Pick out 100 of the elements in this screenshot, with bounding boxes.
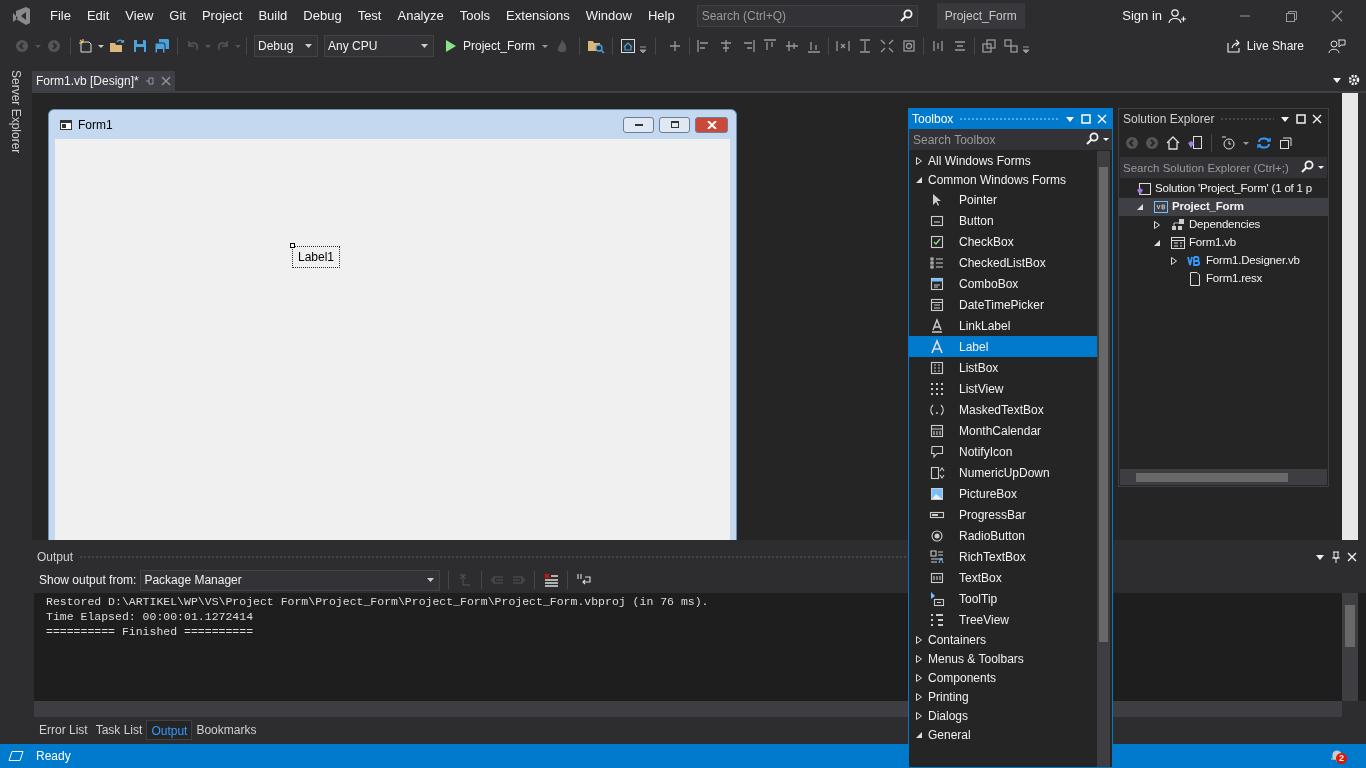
toolbox-item[interactable]: TextBox bbox=[909, 567, 1097, 588]
toolbox-item[interactable]: MonthCalendar bbox=[909, 420, 1097, 441]
clear-all-icon[interactable] bbox=[543, 572, 560, 588]
menu-item[interactable]: Test bbox=[349, 0, 390, 32]
notification-badge[interactable]: 2 bbox=[1336, 753, 1347, 764]
toolbox-group[interactable]: Components bbox=[909, 668, 1097, 687]
tree-item[interactable]: Project_Form bbox=[1119, 198, 1328, 216]
menu-item[interactable]: Help bbox=[639, 0, 683, 32]
search-icon[interactable] bbox=[1300, 160, 1314, 174]
tree-item[interactable]: Form1.Designer.vb bbox=[1119, 252, 1328, 270]
settings-icon[interactable] bbox=[1348, 74, 1360, 86]
toolbox-group[interactable]: Common Windows Forms bbox=[909, 170, 1097, 189]
scrollbar[interactable] bbox=[34, 701, 908, 717]
scrollbar[interactable] bbox=[1342, 93, 1358, 540]
toolbox-group[interactable]: Containers bbox=[909, 630, 1097, 649]
maximize-button[interactable] bbox=[659, 116, 690, 133]
tree-item[interactable]: Form1.vb bbox=[1119, 234, 1328, 252]
menu-item[interactable]: Analyze bbox=[389, 0, 452, 32]
toolbox-item[interactable]: TreeView bbox=[909, 609, 1097, 630]
caret-icon[interactable] bbox=[1103, 138, 1109, 141]
save-icon[interactable] bbox=[132, 38, 148, 54]
platform-dropdown[interactable]: Any CPU bbox=[324, 35, 434, 57]
search-icon[interactable] bbox=[898, 9, 913, 23]
toolbox-group[interactable]: Dialogs bbox=[909, 706, 1097, 725]
toolbox-item[interactable]: ToolTip bbox=[909, 588, 1097, 609]
tree-item[interactable]: Form1.resx bbox=[1119, 270, 1328, 288]
menu-item[interactable]: Edit bbox=[78, 0, 118, 32]
toolbox-item[interactable]: RichTextBox bbox=[909, 546, 1097, 567]
caret-icon[interactable] bbox=[1318, 166, 1324, 169]
menu-item[interactable]: Build bbox=[250, 0, 296, 32]
layout-icon[interactable] bbox=[784, 38, 801, 54]
menu-item[interactable]: Window bbox=[577, 0, 640, 32]
tree-item[interactable]: Dependencies bbox=[1119, 216, 1328, 234]
toolbox-item[interactable]: ListBox bbox=[909, 357, 1097, 378]
toolbox-item[interactable]: CheckBox bbox=[909, 231, 1097, 252]
home-window-icon[interactable] bbox=[620, 38, 637, 54]
toolbox-item[interactable]: ComboBox bbox=[909, 273, 1097, 294]
side-tab[interactable]: Server Explorer bbox=[5, 70, 27, 154]
tree-item[interactable]: Solution 'Project_Form' (1 of 1 p bbox=[1119, 180, 1328, 198]
switch-views-icon[interactable] bbox=[1187, 135, 1203, 151]
menu-item[interactable]: Project bbox=[193, 0, 251, 32]
form-window[interactable]: Form1 Label1 bbox=[48, 109, 737, 540]
toolbox-group[interactable]: General bbox=[909, 725, 1097, 744]
new-project-icon[interactable] bbox=[78, 38, 94, 54]
search-field[interactable]: Search Solution Explorer (Ctrl+;) bbox=[1120, 157, 1327, 178]
feedback-icon[interactable] bbox=[1328, 38, 1346, 54]
live-share-button[interactable]: Live Share bbox=[1226, 37, 1304, 55]
add-user-icon[interactable] bbox=[1168, 8, 1186, 24]
configuration-dropdown[interactable]: Debug bbox=[254, 35, 318, 57]
panel-tab[interactable]: Error List bbox=[35, 720, 92, 740]
menu-item[interactable]: Extensions bbox=[498, 0, 578, 32]
layout-icon[interactable] bbox=[981, 38, 998, 54]
refresh-icon[interactable] bbox=[1256, 135, 1272, 151]
menu-item[interactable]: Debug bbox=[295, 0, 350, 32]
save-all-icon[interactable] bbox=[154, 38, 170, 54]
caret-icon[interactable] bbox=[305, 44, 312, 48]
panel-tab[interactable]: Task List bbox=[91, 720, 147, 740]
start-button[interactable]: Project_Form bbox=[441, 37, 540, 55]
open-folder-icon[interactable] bbox=[109, 38, 125, 54]
home-icon[interactable] bbox=[1165, 135, 1181, 151]
panel-tab[interactable]: Bookmarks bbox=[192, 720, 261, 740]
search-icon[interactable] bbox=[1085, 132, 1099, 146]
history-icon[interactable] bbox=[1220, 135, 1236, 151]
sign-in-link[interactable]: Sign in bbox=[1122, 6, 1162, 26]
menu-item[interactable]: Git bbox=[161, 0, 194, 32]
search-field[interactable]: Search (Ctrl+Q) bbox=[696, 5, 918, 27]
toolbox-item[interactable]: Label bbox=[909, 336, 1097, 357]
toolbox-item[interactable]: RadioButton bbox=[909, 525, 1097, 546]
panel-tab[interactable]: Output bbox=[146, 720, 193, 740]
close-button[interactable] bbox=[695, 116, 728, 133]
toolbox-item[interactable]: Pointer bbox=[909, 189, 1097, 210]
caret-icon[interactable] bbox=[1332, 75, 1342, 85]
toolbox-item[interactable]: ProgressBar bbox=[909, 504, 1097, 525]
toolbox-item[interactable]: CheckedListBox bbox=[909, 252, 1097, 273]
layout-icon[interactable] bbox=[1003, 38, 1020, 54]
caret-icon[interactable] bbox=[427, 578, 435, 582]
find-folder-icon[interactable] bbox=[587, 38, 606, 54]
caret-icon[interactable] bbox=[1280, 114, 1290, 124]
search-field[interactable]: Search Toolbox bbox=[909, 129, 1112, 150]
output-source-dropdown[interactable]: Package Manager bbox=[140, 569, 441, 591]
caret-icon[interactable] bbox=[1315, 552, 1325, 562]
scrollbar[interactable] bbox=[1342, 593, 1358, 701]
menu-item[interactable]: Tools bbox=[451, 0, 499, 32]
layout-icon[interactable] bbox=[901, 38, 918, 54]
toolbox-item[interactable]: PictureBox bbox=[909, 483, 1097, 504]
menu-item[interactable]: View bbox=[117, 0, 162, 32]
layout-icon[interactable] bbox=[879, 38, 896, 54]
collapse-all-icon[interactable] bbox=[1278, 135, 1294, 151]
toolbox-group[interactable]: Printing bbox=[909, 687, 1097, 706]
caret-icon[interactable] bbox=[421, 44, 428, 48]
scrollbar[interactable] bbox=[1097, 151, 1110, 767]
toolbox-item[interactable]: DateTimePicker bbox=[909, 294, 1097, 315]
scrollbar[interactable] bbox=[1113, 701, 1342, 717]
resize-handle[interactable] bbox=[290, 243, 295, 248]
layout-icon[interactable] bbox=[835, 38, 852, 54]
toolbox-item[interactable]: MaskedTextBox bbox=[909, 399, 1097, 420]
scrollbar[interactable] bbox=[1120, 469, 1327, 485]
maximize-icon[interactable] bbox=[1296, 114, 1306, 124]
toolbox-item[interactable]: NumericUpDown bbox=[909, 462, 1097, 483]
menu-item[interactable]: File bbox=[42, 0, 79, 32]
